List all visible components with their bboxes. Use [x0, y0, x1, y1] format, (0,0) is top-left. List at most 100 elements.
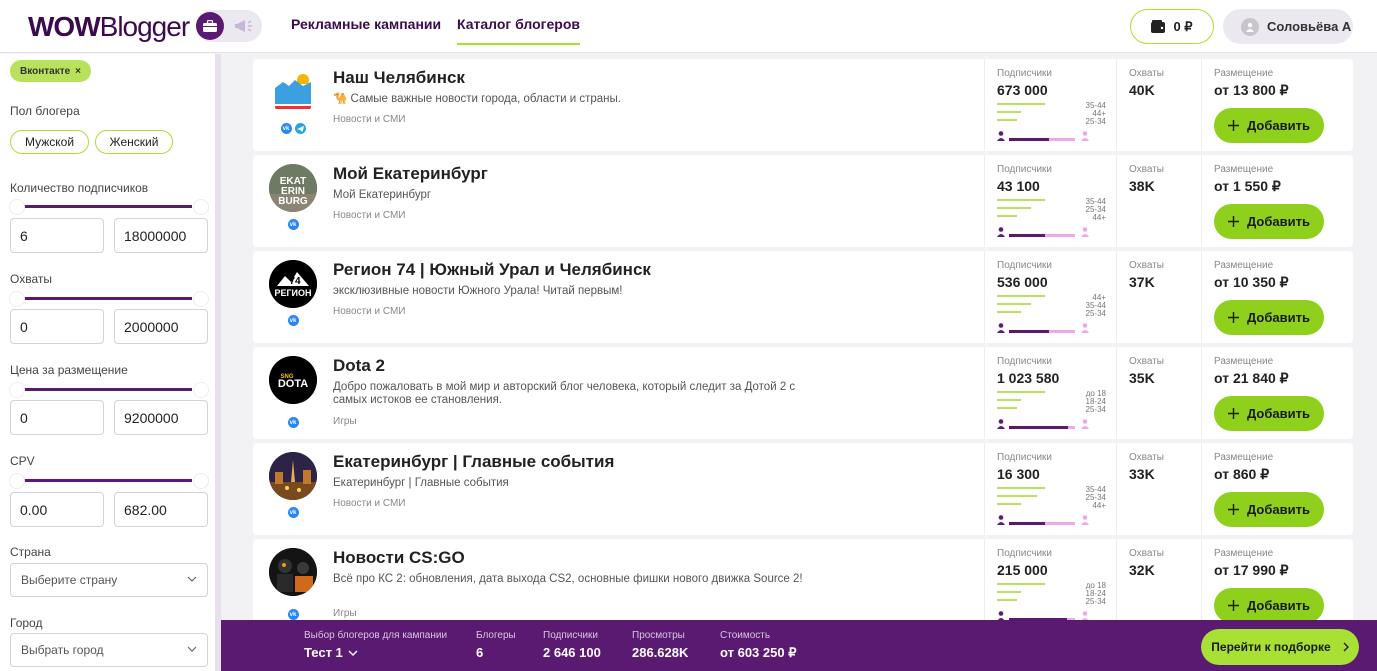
- megaphone-icon[interactable]: [232, 14, 256, 38]
- blogger-name[interactable]: Мой Екатеринбург: [333, 164, 488, 184]
- stat-label: Охваты: [1129, 452, 1164, 463]
- subs-min-input[interactable]: 6: [10, 218, 104, 253]
- blogger-card[interactable]: vk Екатеринбург | Главные события Екатер…: [253, 443, 1353, 535]
- stat-label: Подписчики: [997, 356, 1053, 367]
- vk-icon: vk: [287, 507, 299, 518]
- add-button[interactable]: Добавить: [1214, 588, 1324, 623]
- cpv-min-input[interactable]: 0.00: [10, 492, 104, 527]
- blogger-category: Игры: [333, 416, 357, 427]
- city-select[interactable]: Выбрать город: [10, 633, 208, 667]
- blogger-name[interactable]: Новости CS:GO: [333, 548, 465, 568]
- add-button[interactable]: Добавить: [1214, 396, 1324, 431]
- price-slider[interactable]: [10, 383, 208, 397]
- user-menu[interactable]: Соловьёва А: [1223, 9, 1353, 44]
- age-labels: 35-44 25-34 44+: [1085, 485, 1106, 510]
- blogger-card[interactable]: vk Новости CS:GO Всё про КС 2: обновлени…: [253, 539, 1353, 631]
- add-label: Добавить: [1247, 406, 1310, 421]
- nav-campaigns[interactable]: Рекламные кампании: [291, 16, 441, 32]
- slider-handle-max[interactable]: [194, 474, 208, 488]
- slider-handle-max[interactable]: [194, 383, 208, 397]
- blogger-card[interactable]: EKAT ERIN BURG vk Мой Екатеринбург Мой Ека…: [253, 155, 1353, 247]
- gender-female-button[interactable]: Женский: [95, 130, 173, 154]
- male-share-bar: [1009, 138, 1049, 141]
- subscribers-stat: Подписчики 16 300 35-44 25-34 44+: [984, 443, 1116, 535]
- slider-handle-min[interactable]: [10, 292, 24, 306]
- vk-icon: vk: [287, 315, 299, 326]
- plus-icon: [1228, 120, 1240, 131]
- blogger-card[interactable]: 74 РЕГИОН vk Регион 74 | Южный Урал и Чел…: [253, 251, 1353, 343]
- stat-label: Подписчики: [997, 68, 1053, 79]
- stat-label: Охваты: [1129, 356, 1164, 367]
- cpv-max-input[interactable]: 682.00: [114, 492, 208, 527]
- blogger-category: Новости и СМИ: [333, 114, 406, 125]
- blogger-avatar: SNG DOTA: [269, 356, 317, 404]
- views-label: Просмотры: [632, 630, 685, 641]
- views-total: Просмотры 286.628K: [632, 630, 688, 660]
- user-name: Соловьёва А: [1267, 19, 1352, 34]
- price-min-input[interactable]: 0: [10, 400, 104, 435]
- close-icon[interactable]: ×: [75, 66, 81, 77]
- subscribers-value: 43 100: [997, 178, 1040, 194]
- price-value: от 13 800 ₽: [1214, 82, 1289, 98]
- stat-label: Подписчики: [997, 164, 1053, 175]
- cost-value: от 603 250 ₽: [720, 645, 797, 660]
- reach-value: 33K: [1129, 466, 1155, 482]
- cpv-label: CPV: [10, 454, 35, 468]
- country-select[interactable]: Выберите страну: [10, 563, 208, 597]
- blogger-card[interactable]: SNG DOTA vk Dota 2 Добро пожаловать в мой…: [253, 347, 1353, 439]
- stat-label: Размещение: [1214, 260, 1274, 271]
- filter-chip-vk[interactable]: Вконтакте ×: [10, 60, 92, 82]
- reach-stat: Охваты 40K: [1116, 59, 1201, 151]
- telegram-icon: [294, 123, 306, 134]
- blogger-name[interactable]: Регион 74 | Южный Урал и Челябинск: [333, 260, 651, 280]
- subs-slider[interactable]: [10, 200, 208, 214]
- blogger-name[interactable]: Dota 2: [333, 356, 385, 376]
- add-button[interactable]: Добавить: [1214, 300, 1324, 335]
- svg-text:DOTA: DOTA: [278, 378, 308, 390]
- wallet-button[interactable]: 0 ₽: [1130, 9, 1214, 44]
- blogger-description: эксклюзивные новости Южного Урала! Читай…: [333, 285, 623, 297]
- blogger-description: Екатеринбург | Главные события: [333, 477, 509, 489]
- slider-handle-max[interactable]: [194, 292, 208, 306]
- add-button[interactable]: Добавить: [1214, 204, 1324, 239]
- price-max-input[interactable]: 9200000: [114, 400, 208, 435]
- subscribers-stat: Подписчики 1 023 580 до 18 18-24 25-34: [984, 347, 1116, 439]
- subs-max-input[interactable]: 18000000: [114, 218, 208, 253]
- sidebar-scrollbar[interactable]: [215, 54, 221, 671]
- campaign-selector[interactable]: Выбор блогеров для кампании Тест 1: [304, 630, 447, 660]
- reach-min-input[interactable]: 0: [10, 309, 104, 344]
- stat-label: Подписчики: [997, 260, 1053, 271]
- go-to-selection-button[interactable]: Перейти к подборке: [1201, 629, 1359, 665]
- blogger-card[interactable]: vk Наш Челябинск 🐪 Самые важные новости …: [253, 59, 1353, 151]
- social-icons: vk: [269, 609, 317, 620]
- add-label: Добавить: [1247, 598, 1310, 613]
- blogger-name[interactable]: Наш Челябинск: [333, 68, 465, 88]
- svg-text:74: 74: [289, 276, 301, 287]
- blogger-avatar: [269, 452, 317, 500]
- subs-label: Количество подписчиков: [10, 181, 149, 195]
- logo[interactable]: WOWBlogger: [28, 11, 190, 43]
- briefcase-icon[interactable]: [196, 12, 224, 40]
- add-button[interactable]: Добавить: [1214, 108, 1324, 143]
- slider-handle-min[interactable]: [10, 474, 24, 488]
- gender-label: Пол блогера: [10, 104, 80, 118]
- add-button[interactable]: Добавить: [1214, 492, 1324, 527]
- reach-max-input[interactable]: 2000000: [114, 309, 208, 344]
- subscribers-stat: Подписчики 43 100 35-44 25-34 44+: [984, 155, 1116, 247]
- slider-handle-min[interactable]: [10, 200, 24, 214]
- go-label: Перейти к подборке: [1211, 640, 1331, 654]
- age-labels: до 18 18-24 25-34: [1085, 389, 1106, 414]
- gender-male-button[interactable]: Мужской: [10, 130, 89, 154]
- country-label: Страна: [10, 545, 51, 559]
- nav-catalog[interactable]: Каталог блогеров: [457, 16, 581, 45]
- cpv-slider[interactable]: [10, 474, 208, 488]
- blogger-category: Новости и СМИ: [333, 306, 406, 317]
- slider-handle-max[interactable]: [194, 200, 208, 214]
- reach-slider[interactable]: [10, 292, 208, 306]
- slider-handle-min[interactable]: [10, 383, 24, 397]
- vk-icon: vk: [287, 609, 299, 620]
- add-label: Добавить: [1247, 118, 1310, 133]
- mode-toggle[interactable]: [196, 10, 262, 42]
- blogger-name[interactable]: Екатеринбург | Главные события: [333, 452, 614, 472]
- gender-split: [997, 515, 1089, 527]
